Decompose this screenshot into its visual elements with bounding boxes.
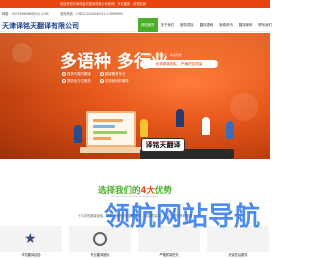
contact-phone: 咨询热线：15822142009/022-23999995 (60, 12, 123, 16)
card-label: 完善售后服务 (228, 253, 248, 257)
advantage-card[interactable]: ★ 丰富翻译经验 (0, 226, 62, 258)
person-illustration (74, 125, 82, 143)
screen-bar (93, 119, 123, 122)
banner-bullet: 提供可靠的翻译 (62, 71, 91, 76)
bullet-text: 保持良好的服务 (105, 79, 129, 83)
bullet-text: 提供全方位服务 (67, 79, 91, 83)
hero-banner: 多语种 多行业 专业翻译 · 品质保证 · 快速高效 优秀精英团队，严格把控质量… (0, 33, 270, 159)
nav-item-cases[interactable]: 翻译案例 (236, 18, 256, 32)
contact-bar: 邮箱：3075966086@QQ.COM 咨询热线：15822142009/02… (0, 9, 270, 17)
person-illustration (140, 119, 148, 137)
banner-bullet: 提供全方位服务 (62, 78, 91, 83)
site-logo[interactable]: 天津译铭天翻译有限公司 (2, 21, 79, 31)
bullet-icon (62, 72, 66, 76)
top-announcement-bar: 欢迎来到天津译铭天翻译有限公司官网！专业翻译，值得信赖 (0, 0, 270, 8)
advantages-title-suffix: 优势 (154, 186, 172, 196)
card-label: 专业翻译团队 (90, 253, 110, 257)
bullet-text: 翻译服务专业 (105, 72, 126, 76)
bullet-icon (100, 79, 104, 83)
contact-email: 邮箱：3075966086@QQ.COM (2, 12, 49, 16)
announcement-text: 欢迎来到天津译铭天翻译有限公司官网！专业翻译，值得信赖 (60, 2, 147, 6)
banner-bullet: 保持良好的服务 (100, 78, 129, 83)
computer-screen-illustration (86, 111, 136, 147)
screen-bar (93, 131, 127, 134)
nav-item-home[interactable]: 网站首页 (138, 18, 158, 32)
banner-subtitle: 专业翻译 · 品质保证 · 快速高效 (140, 53, 182, 57)
card-label: 严格质量把关 (159, 253, 179, 257)
banner-tag: 优秀精英团队，严格把控质量 (140, 60, 218, 68)
nav-item-contact[interactable]: 联系我们 (255, 18, 275, 32)
card-icon-box: ★ (0, 226, 62, 252)
bullet-icon (100, 72, 104, 76)
desk-illustration (80, 147, 144, 153)
decor-circle (12, 43, 32, 63)
person-illustration (176, 109, 184, 127)
card-label: 丰富翻译经验 (21, 253, 41, 257)
brand-badge: 译铭天翻译 (141, 138, 185, 152)
person-illustration (226, 121, 234, 139)
nav-item-news[interactable]: 新闻资讯 (216, 18, 236, 32)
circle-icon (93, 232, 107, 246)
advantages-title: 选择我们的4大优势 (0, 184, 270, 196)
bullet-icon (62, 79, 66, 83)
person-illustration (202, 117, 210, 135)
screen-bar (93, 125, 115, 128)
screen-bar (93, 137, 111, 140)
banner-bullet: 翻译服务专业 (100, 71, 125, 76)
site-header: 天津译铭天翻译有限公司 网站首页 关于我们 服务项目 翻译语种 新闻资讯 翻译案… (0, 18, 272, 32)
star-icon: ★ (24, 231, 37, 247)
watermark-text: 领航网站导航 (104, 202, 261, 232)
nav-item-about[interactable]: 关于我们 (158, 18, 178, 32)
advantages-title-num: 4大 (140, 186, 155, 196)
decor-circle (230, 93, 258, 121)
nav-item-languages[interactable]: 翻译语种 (197, 18, 217, 32)
advantages-title-prefix: 选择我们的 (98, 186, 141, 196)
nav-item-services[interactable]: 服务项目 (177, 18, 197, 32)
bullet-text: 提供可靠的翻译 (67, 72, 91, 76)
main-nav: 网站首页 关于我们 服务项目 翻译语种 新闻资讯 翻译案例 联系我们 (138, 18, 275, 32)
